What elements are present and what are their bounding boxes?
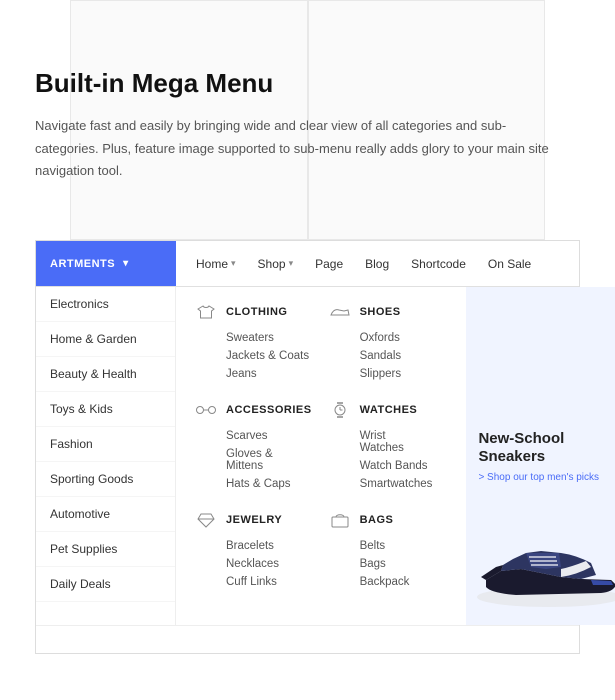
nav-onsale-label: On Sale xyxy=(488,257,531,271)
promo-title: New-School Sneakers xyxy=(478,430,604,466)
nav-item-shop[interactable]: Shop ▾ xyxy=(248,241,304,286)
nav-departments[interactable]: ARTMENTS ▾ xyxy=(36,241,176,286)
sidebar-item-daily-deals[interactable]: Daily Deals xyxy=(36,567,175,602)
dropdown-content: CLOTHING Sweaters Jackets & Coats Jeans xyxy=(176,287,466,625)
shoes-items: Oxfords Sandals Slippers xyxy=(328,329,433,383)
nav-shop-label: Shop xyxy=(258,257,286,271)
item-slippers[interactable]: Slippers xyxy=(360,365,433,383)
item-backpack[interactable]: Backpack xyxy=(360,573,433,591)
accessories-title: ACCESSORIES xyxy=(226,404,312,416)
category-jewelry-header: JEWELRY xyxy=(194,511,312,529)
nav-item-shortcode[interactable]: Shortcode xyxy=(401,241,476,286)
shoes-icon xyxy=(328,303,352,321)
category-accessories: ACCESSORIES Scarves Gloves & Mittens Hat… xyxy=(194,401,312,493)
page-description: Navigate fast and easily by bringing wid… xyxy=(35,115,555,181)
category-shoes: SHOES Oxfords Sandals Slippers xyxy=(328,303,433,383)
watches-items: Wrist Watches Watch Bands Smartwatches xyxy=(328,427,433,493)
menu-bottom-bar xyxy=(36,625,579,653)
sidebar-item-fashion[interactable]: Fashion xyxy=(36,427,175,462)
category-accessories-header: ACCESSORIES xyxy=(194,401,312,419)
sidebar-item-automotive[interactable]: Automotive xyxy=(36,497,175,532)
category-clothing-header: CLOTHING xyxy=(194,303,312,321)
bags-items: Belts Bags Backpack xyxy=(328,537,433,591)
item-wrist-watches[interactable]: Wrist Watches xyxy=(360,427,433,457)
sidebar-item-beauty-health[interactable]: Beauty & Health xyxy=(36,357,175,392)
clothing-icon xyxy=(194,303,218,321)
sidebar-item-sporting-goods[interactable]: Sporting Goods xyxy=(36,462,175,497)
item-bags[interactable]: Bags xyxy=(360,555,433,573)
category-watches: WATCHES Wrist Watches Watch Bands Smartw… xyxy=(328,401,433,493)
category-jewelry: JEWELRY Bracelets Necklaces Cuff Links xyxy=(194,511,312,591)
category-shoes-header: SHOES xyxy=(328,303,433,321)
top-section: Built-in Mega Menu Navigate fast and eas… xyxy=(0,0,615,240)
item-oxfords[interactable]: Oxfords xyxy=(360,329,433,347)
chevron-down-icon: ▾ xyxy=(123,258,129,269)
sidebar-item-home-garden[interactable]: Home & Garden xyxy=(36,322,175,357)
nav-item-onsale[interactable]: On Sale xyxy=(478,241,541,286)
item-belts[interactable]: Belts xyxy=(360,537,433,555)
clothing-title: CLOTHING xyxy=(226,306,287,318)
mega-menu-section: ARTMENTS ▾ Home ▾ Shop ▾ Page Blog xyxy=(35,240,580,654)
page-title: Built-in Mega Menu xyxy=(35,68,580,99)
nav-item-blog[interactable]: Blog xyxy=(355,241,399,286)
sidebar-item-toys-kids[interactable]: Toys & Kids xyxy=(36,392,175,427)
nav-shortcode-label: Shortcode xyxy=(411,257,466,271)
clothing-items: Sweaters Jackets & Coats Jeans xyxy=(194,329,312,383)
bags-title: BAGS xyxy=(360,514,394,526)
nav-items: Home ▾ Shop ▾ Page Blog Shortcode On Sal xyxy=(176,241,551,286)
item-sandals[interactable]: Sandals xyxy=(360,347,433,365)
nav-page-label: Page xyxy=(315,257,343,271)
content-overlay: Built-in Mega Menu Navigate fast and eas… xyxy=(35,38,580,201)
item-cufflinks[interactable]: Cuff Links xyxy=(226,573,312,591)
promo-shoe-image xyxy=(471,525,615,615)
bags-icon xyxy=(328,511,352,529)
page-wrapper: Built-in Mega Menu Navigate fast and eas… xyxy=(0,0,615,654)
jewelry-title: JEWELRY xyxy=(226,514,282,526)
item-jackets[interactable]: Jackets & Coats xyxy=(226,347,312,365)
promo-text: New-School Sneakers > Shop our top men's… xyxy=(478,430,604,483)
promo-link[interactable]: > Shop our top men's picks xyxy=(478,472,604,483)
menu-col-2: SHOES Oxfords Sandals Slippers xyxy=(328,303,449,609)
departments-label: ARTMENTS xyxy=(50,258,115,270)
nav-bar: ARTMENTS ▾ Home ▾ Shop ▾ Page Blog xyxy=(36,241,579,287)
category-bags-header: BAGS xyxy=(328,511,433,529)
item-bracelets[interactable]: Bracelets xyxy=(226,537,312,555)
sidebar-item-pet-supplies[interactable]: Pet Supplies xyxy=(36,532,175,567)
shoes-title: SHOES xyxy=(360,306,401,318)
item-hats[interactable]: Hats & Caps xyxy=(226,475,312,493)
watches-title: WATCHES xyxy=(360,404,418,416)
jewelry-items: Bracelets Necklaces Cuff Links xyxy=(194,537,312,591)
nav-item-home[interactable]: Home ▾ xyxy=(186,241,246,286)
category-clothing: CLOTHING Sweaters Jackets & Coats Jeans xyxy=(194,303,312,383)
item-scarves[interactable]: Scarves xyxy=(226,427,312,445)
accessories-items: Scarves Gloves & Mittens Hats & Caps xyxy=(194,427,312,493)
sidebar: Electronics Home & Garden Beauty & Healt… xyxy=(36,287,176,625)
menu-col-1: CLOTHING Sweaters Jackets & Coats Jeans xyxy=(194,303,328,609)
sidebar-item-electronics[interactable]: Electronics xyxy=(36,287,175,322)
item-watch-bands[interactable]: Watch Bands xyxy=(360,457,433,475)
category-bags: BAGS Belts Bags Backpack xyxy=(328,511,433,591)
item-smartwatches[interactable]: Smartwatches xyxy=(360,475,433,493)
item-jeans[interactable]: Jeans xyxy=(226,365,312,383)
nav-item-page[interactable]: Page xyxy=(305,241,353,286)
watches-icon xyxy=(328,401,352,419)
promo-column: New-School Sneakers > Shop our top men's… xyxy=(466,287,615,625)
category-watches-header: WATCHES xyxy=(328,401,433,419)
item-sweaters[interactable]: Sweaters xyxy=(226,329,312,347)
item-gloves[interactable]: Gloves & Mittens xyxy=(226,445,312,475)
mega-dropdown: Electronics Home & Garden Beauty & Healt… xyxy=(36,287,579,625)
nav-blog-label: Blog xyxy=(365,257,389,271)
nav-home-label: Home xyxy=(196,257,228,271)
nav-home-arrow: ▾ xyxy=(231,258,236,269)
jewelry-icon xyxy=(194,511,218,529)
item-necklaces[interactable]: Necklaces xyxy=(226,555,312,573)
accessories-icon xyxy=(194,401,218,419)
nav-shop-arrow: ▾ xyxy=(289,258,294,269)
